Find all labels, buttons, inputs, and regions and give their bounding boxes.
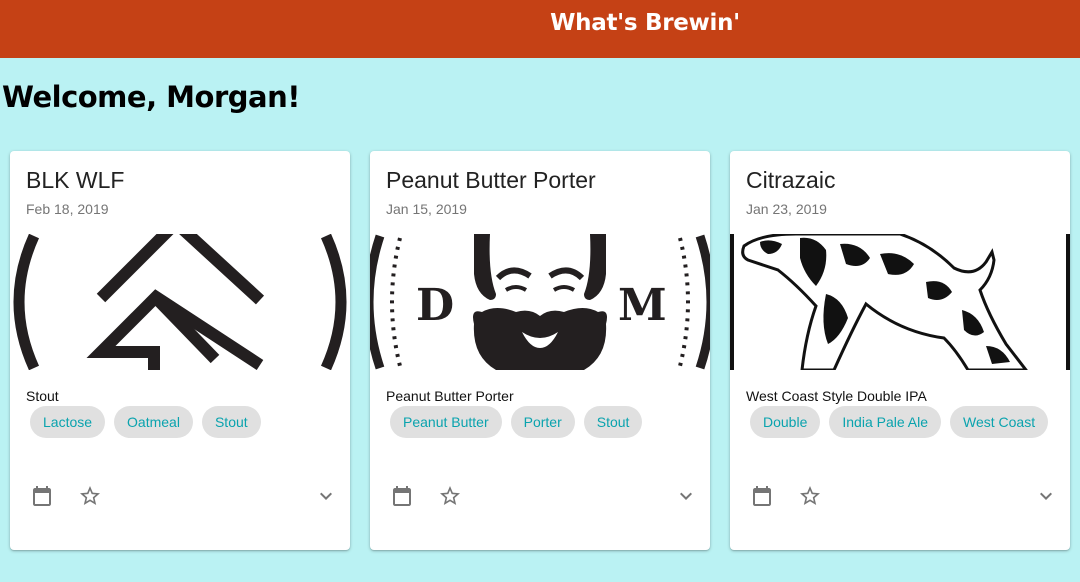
tag-chip[interactable]: Lactose xyxy=(30,406,106,438)
card-actions xyxy=(730,476,1070,516)
tag-chip[interactable]: Porter xyxy=(510,406,575,438)
card-style: West Coast Style Double IPA xyxy=(746,388,927,404)
star-outline-icon[interactable] xyxy=(438,484,462,508)
star-outline-icon[interactable] xyxy=(798,484,822,508)
beer-card: Peanut Butter Porter Jan 15, 2019 D M Pe… xyxy=(370,151,710,550)
tag-list: Double India Pale Ale West Coast xyxy=(750,406,1049,438)
app-header: What's Brewin' xyxy=(0,0,1080,58)
calendar-icon[interactable] xyxy=(750,484,774,508)
pointer-dog-illustration-image xyxy=(730,234,1070,370)
tag-chip[interactable]: Oatmeal xyxy=(114,406,193,438)
svg-text:D: D xyxy=(416,280,454,331)
bearded-man-logo-image: D M xyxy=(370,234,710,370)
tag-chip[interactable]: West Coast xyxy=(950,406,1049,438)
tag-chip[interactable]: Stout xyxy=(583,406,643,438)
tag-chip[interactable]: Peanut Butter xyxy=(390,406,502,438)
chevron-down-icon[interactable] xyxy=(1034,484,1058,508)
card-style: Peanut Butter Porter xyxy=(386,388,514,404)
tag-list: Peanut Butter Porter Stout xyxy=(390,406,643,438)
card-title: Citrazaic xyxy=(746,167,836,193)
wolf-logo-image xyxy=(10,234,350,370)
welcome-heading: Welcome, Morgan! xyxy=(2,80,300,114)
tag-chip[interactable]: Double xyxy=(750,406,821,438)
calendar-icon[interactable] xyxy=(30,484,54,508)
card-style: Stout xyxy=(26,388,59,404)
calendar-icon[interactable] xyxy=(390,484,414,508)
app-title: What's Brewin' xyxy=(550,10,740,36)
card-title: Peanut Butter Porter xyxy=(386,167,596,193)
card-date: Jan 23, 2019 xyxy=(746,201,827,217)
card-actions xyxy=(10,476,350,516)
card-date: Jan 15, 2019 xyxy=(386,201,467,217)
tag-chip[interactable]: India Pale Ale xyxy=(829,406,941,438)
tag-list: Lactose Oatmeal Stout xyxy=(30,406,261,438)
chevron-down-icon[interactable] xyxy=(674,484,698,508)
beer-card: Citrazaic Jan 23, 2019 West Coast Style … xyxy=(730,151,1070,550)
svg-text:M: M xyxy=(618,280,667,331)
card-actions xyxy=(370,476,710,516)
star-outline-icon[interactable] xyxy=(78,484,102,508)
card-title: BLK WLF xyxy=(26,167,125,193)
tag-chip[interactable]: Stout xyxy=(201,406,261,438)
beer-card: BLK WLF Feb 18, 2019 Stout Lactose Oatme… xyxy=(10,151,350,550)
card-date: Feb 18, 2019 xyxy=(26,201,109,217)
chevron-down-icon[interactable] xyxy=(314,484,338,508)
